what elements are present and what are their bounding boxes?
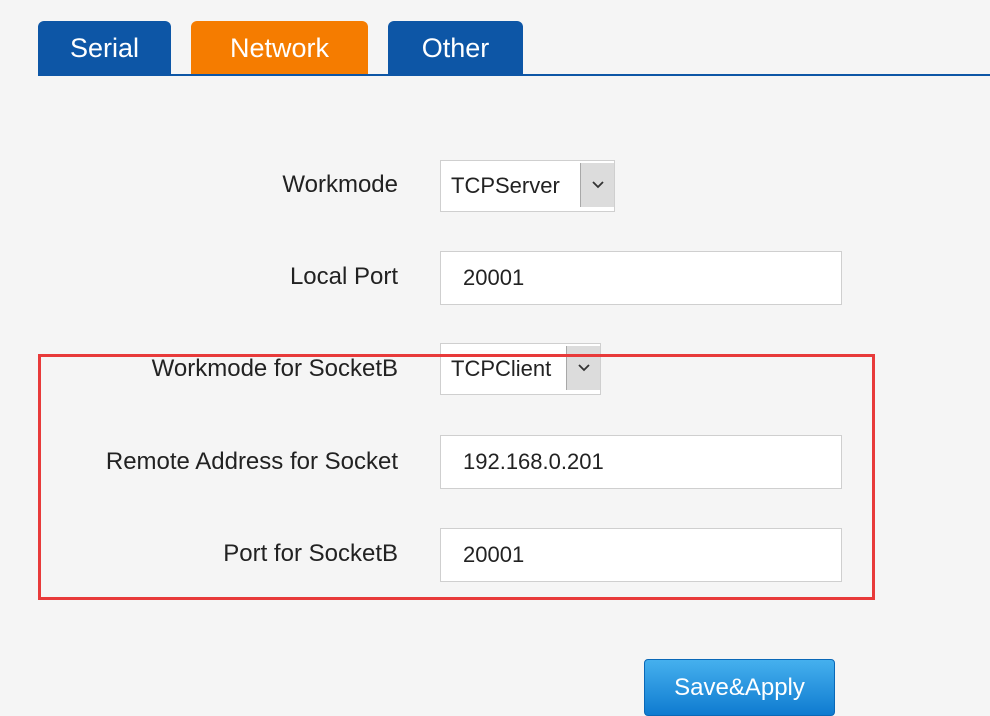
tab-serial[interactable]: Serial <box>38 21 171 76</box>
remote-address-input[interactable]: 192.168.0.201 <box>440 435 842 489</box>
tab-divider-line <box>38 74 990 76</box>
workmode-socketb-label: Workmode for SocketB <box>151 355 398 382</box>
port-socketb-input[interactable]: 20001 <box>440 528 842 582</box>
remote-address-label: Remote Address for Socket <box>105 448 398 475</box>
port-socketb-label: Port for SocketB <box>223 540 398 567</box>
local-port-input[interactable]: 20001 <box>440 251 842 305</box>
workmode-socketb-select-value: TCPClient <box>451 356 552 381</box>
save-apply-button[interactable]: Save&Apply <box>644 659 835 716</box>
workmode-label: Workmode <box>282 171 398 198</box>
tab-other[interactable]: Other <box>388 21 523 76</box>
workmode-socketb-select[interactable]: TCPClient <box>440 343 601 395</box>
workmode-select-value: TCPServer <box>451 173 560 198</box>
chevron-down-icon[interactable] <box>580 163 614 207</box>
chevron-down-icon[interactable] <box>566 346 600 390</box>
local-port-label: Local Port <box>289 263 398 290</box>
tab-network[interactable]: Network <box>191 21 368 76</box>
tab-bar: Serial Network Other <box>0 0 990 78</box>
network-settings-panel: Serial Network Other Workmode TCPServer … <box>0 0 990 716</box>
workmode-select[interactable]: TCPServer <box>440 160 615 212</box>
